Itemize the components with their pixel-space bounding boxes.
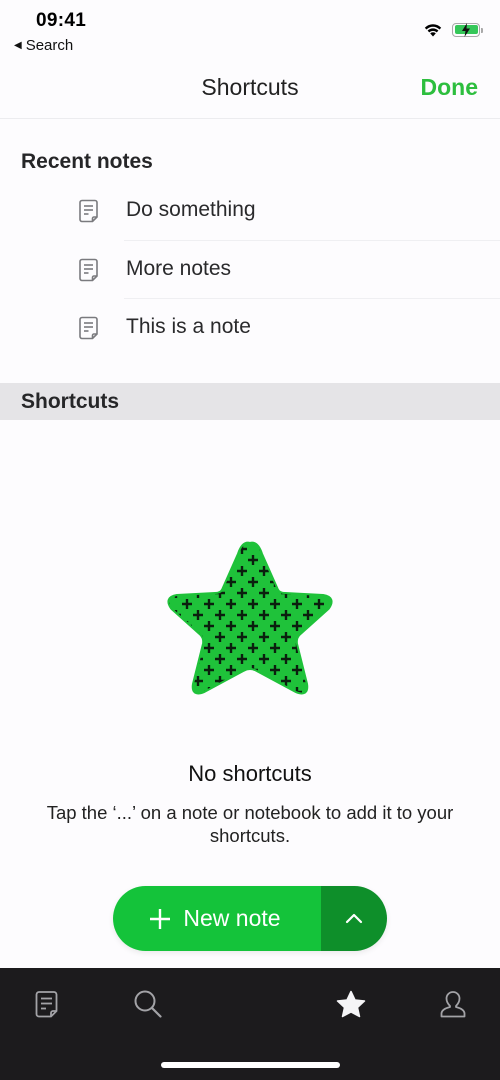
note-icon [79, 199, 98, 223]
recent-note-item[interactable]: This is a note [0, 299, 500, 358]
shortcuts-screen: 09:41 ◀ Search Shortcuts Done Recent not… [0, 0, 500, 1080]
recent-note-item[interactable]: More notes [0, 241, 500, 299]
note-icon [79, 258, 98, 281]
new-note-button-group: New note [113, 886, 387, 951]
back-to-search-link[interactable]: ◀ Search [14, 37, 73, 54]
tab-search[interactable] [130, 986, 166, 1022]
note-icon [35, 991, 58, 1018]
tab-notes[interactable] [29, 986, 65, 1022]
star-icon [336, 990, 366, 1018]
search-icon [134, 990, 162, 1018]
recent-notes-header: Recent notes [21, 150, 153, 173]
recent-note-item[interactable]: Do something [0, 182, 500, 241]
done-button[interactable]: Done [421, 74, 479, 101]
new-note-options-button[interactable] [321, 886, 387, 951]
star-illustration [167, 541, 333, 695]
shortcuts-section-header: Shortcuts [0, 383, 500, 420]
note-icon [79, 316, 98, 340]
recent-notes-list: Do something More notes This is a note [0, 182, 500, 358]
note-title: More notes [126, 256, 232, 280]
navigation-bar: Shortcuts Done [0, 60, 500, 119]
new-note-button[interactable]: New note [113, 886, 321, 951]
shortcuts-section-title: Shortcuts [21, 390, 120, 413]
user-icon [440, 991, 466, 1018]
note-title: Do something [126, 198, 256, 221]
note-title: This is a note [126, 315, 251, 338]
battery-charging-icon [452, 22, 483, 37]
home-indicator[interactable] [161, 1062, 340, 1068]
status-time: 09:41 [36, 10, 87, 31]
back-label: Search [25, 37, 74, 54]
status-icons [423, 22, 483, 37]
wifi-icon [424, 24, 442, 37]
empty-state-title: No shortcuts [188, 761, 312, 786]
new-note-label: New note [183, 905, 281, 931]
back-triangle-icon: ◀ [14, 40, 22, 51]
tab-shortcuts[interactable] [333, 986, 369, 1022]
tab-account[interactable] [435, 986, 471, 1022]
empty-state-message: Tap the ‘...’ on a note or notebook to a… [46, 802, 454, 846]
chevron-up-icon [345, 913, 363, 924]
plus-icon [150, 908, 171, 929]
